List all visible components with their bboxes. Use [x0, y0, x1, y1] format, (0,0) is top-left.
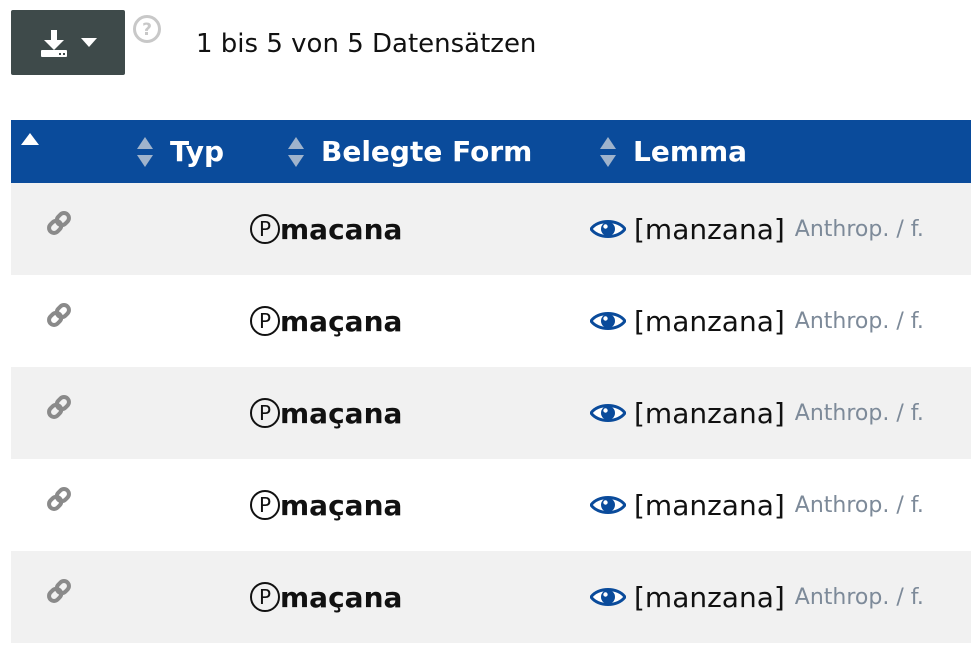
sort-both-icon — [137, 136, 153, 167]
sort-up-icon — [21, 133, 39, 145]
table-row: P maçana [manzana] Anthrop. / f. — [11, 367, 971, 459]
belegte-form-text: maçana — [280, 488, 403, 522]
results-table: Typ Belegte Form Lemma P macana [manzana… — [11, 120, 971, 643]
lemma-meta: Anthrop. / f. — [794, 308, 924, 334]
table-row: P maçana [manzana] Anthrop. / f. — [11, 275, 971, 367]
lemma-link[interactable]: [manzana] — [634, 305, 785, 338]
column-label-lemma: Lemma — [633, 135, 748, 168]
column-header-typ[interactable]: Typ — [126, 120, 280, 183]
lemma-meta: Anthrop. / f. — [794, 216, 924, 242]
column-header-link[interactable] — [11, 120, 126, 183]
belegte-form-text: maçana — [280, 396, 403, 430]
typ-badge: P — [250, 398, 280, 428]
caret-down-icon — [81, 37, 97, 47]
eye-icon[interactable] — [590, 217, 626, 241]
sort-both-icon — [600, 136, 616, 167]
typ-badge: P — [250, 214, 280, 244]
typ-badge: P — [250, 582, 280, 612]
eye-icon[interactable] — [590, 585, 626, 609]
eye-icon[interactable] — [590, 493, 626, 517]
table-row: P maçana [manzana] Anthrop. / f. — [11, 459, 971, 551]
lemma-meta: Anthrop. / f. — [794, 400, 924, 426]
belegte-form-text: maçana — [280, 580, 403, 614]
table-row: P macana [manzana] Anthrop. / f. — [11, 183, 971, 275]
question-circle-icon[interactable]: ? — [132, 14, 162, 44]
lemma-link[interactable]: [manzana] — [634, 213, 785, 246]
eye-icon[interactable] — [590, 309, 626, 333]
column-header-belegte-form[interactable]: Belegte Form — [280, 120, 590, 183]
download-icon — [41, 29, 67, 57]
svg-text:?: ? — [142, 20, 152, 40]
column-label-belegte-form: Belegte Form — [321, 135, 533, 168]
column-header-lemma[interactable]: Lemma — [590, 120, 971, 183]
sort-both-icon — [288, 136, 304, 167]
eye-icon[interactable] — [590, 401, 626, 425]
link-icon[interactable] — [44, 576, 74, 606]
typ-badge: P — [250, 490, 280, 520]
column-label-typ: Typ — [170, 135, 225, 168]
toolbar: ? 1 bis 5 von 5 Datensätzen — [0, 0, 971, 90]
belegte-form-text: maçana — [280, 304, 403, 338]
table-header-row: Typ Belegte Form Lemma — [11, 120, 971, 183]
lemma-meta: Anthrop. / f. — [794, 584, 924, 610]
belegte-form-text: macana — [280, 212, 403, 246]
typ-badge: P — [250, 306, 280, 336]
record-count-info: 1 bis 5 von 5 Datensätzen — [196, 29, 537, 59]
link-icon[interactable] — [44, 484, 74, 514]
lemma-link[interactable]: [manzana] — [634, 397, 785, 430]
link-icon[interactable] — [44, 208, 74, 238]
lemma-link[interactable]: [manzana] — [634, 581, 785, 614]
table-row: P maçana [manzana] Anthrop. / f. — [11, 551, 971, 643]
export-dropdown-button[interactable] — [11, 10, 125, 75]
lemma-meta: Anthrop. / f. — [794, 492, 924, 518]
lemma-link[interactable]: [manzana] — [634, 489, 785, 522]
link-icon[interactable] — [44, 392, 74, 422]
link-icon[interactable] — [44, 300, 74, 330]
